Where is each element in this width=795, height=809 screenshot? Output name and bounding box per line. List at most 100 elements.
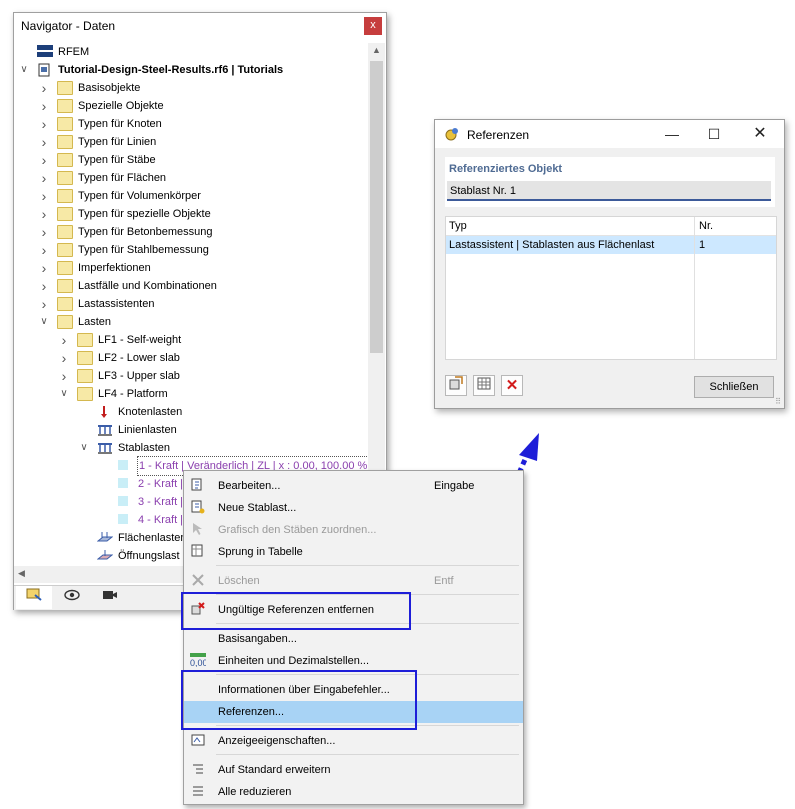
chevron-down-icon[interactable]: ∨ [39,313,49,331]
tree-item-label: Lasten [78,316,112,328]
tree-item[interactable]: › Typen für spezielle Objekte [14,205,368,223]
eye-icon[interactable] [54,586,90,609]
tree-item-label: LF1 - Self-weight [98,334,182,346]
tree-item[interactable]: › Typen für Betonbemessung [14,223,368,241]
tree-item[interactable]: Linienlasten [14,421,368,439]
tree-item[interactable]: › Spezielle Objekte [14,97,368,115]
menu-item[interactable]: Grafisch den Stäben zuordnen... [184,519,523,541]
assign-graphically-icon [190,522,206,538]
tree-item[interactable]: › Typen für Stäbe [14,151,368,169]
references-app-icon [445,128,458,141]
edit-object-button[interactable] [445,375,467,396]
tree-item[interactable]: ∨ LF4 - Platform [14,385,368,403]
menu-item[interactable]: Bearbeiten... Eingabe [184,475,523,497]
menu-item[interactable]: Anzeigeeigenschaften... [184,730,523,752]
tree-item[interactable]: ∨ Stablasten [14,439,368,457]
tree-item[interactable]: ∨ Tutorial-Design-Steel-Results.rf6 | Tut… [14,61,368,79]
tree-item[interactable]: › Imperfektionen [14,259,368,277]
jump-table-icon [190,544,206,560]
chevron-down-icon[interactable]: ∨ [79,439,89,457]
chevron-right-icon[interactable]: › [39,133,49,151]
tree-item[interactable]: › Typen für Volumenkörper [14,187,368,205]
tree-item[interactable]: › Typen für Linien [14,133,368,151]
table-header: Typ Nr. [446,217,776,236]
folder-icon [77,387,93,401]
tree-item[interactable]: › LF2 - Lower slab [14,349,368,367]
delete-icon [190,573,206,589]
col-type-header[interactable]: Typ [449,217,467,235]
table-view-button[interactable] [473,375,495,396]
references-title: Referenzen [467,128,530,142]
load-item-icon [117,513,133,527]
scroll-left-icon[interactable]: ◀ [18,568,25,579]
chevron-down-icon[interactable]: ∨ [19,61,29,79]
chevron-right-icon[interactable]: › [59,367,69,385]
close-icon[interactable]: ✕ [749,124,771,144]
menu-item[interactable]: Neue Stablast... [184,497,523,519]
tree-item[interactable]: › Basisobjekte [14,79,368,97]
tree-item-label: Spezielle Objekte [78,100,164,112]
chevron-right-icon[interactable]: › [39,151,49,169]
table-row[interactable]: Lastassistent | Stablasten aus Flächenla… [446,236,776,254]
camera-icon[interactable] [92,586,128,609]
menu-item[interactable]: Löschen Entf [184,570,523,592]
tree-item-label: Typen für Knoten [78,118,162,130]
chevron-right-icon[interactable]: › [39,241,49,259]
maximize-icon[interactable]: ☐ [703,124,725,144]
tree-item[interactable]: › Typen für Flächen [14,169,368,187]
navigator-titlebar[interactable]: Navigator - Daten x [14,13,386,39]
data-tab-icon[interactable] [16,586,52,609]
delete-icon[interactable]: ✕ [501,375,523,396]
tree-item[interactable]: › Lastfälle und Kombinationen [14,277,368,295]
folder-icon [57,189,73,203]
referenced-object-field[interactable]: Stablast Nr. 1 [447,181,771,201]
menu-item[interactable]: 0,00 Einheiten und Dezimalstellen... [184,650,523,672]
minimize-icon[interactable]: — [661,124,683,144]
col-nr-header[interactable]: Nr. [699,217,713,235]
chevron-right-icon[interactable]: › [39,97,49,115]
references-table: Typ Nr. Lastassistent | Stablasten aus F… [445,216,777,360]
menu-item[interactable]: Alle reduzieren [184,781,523,803]
chevron-right-icon[interactable]: › [59,349,69,367]
load-item-icon [117,477,133,491]
tree-item[interactable]: Knotenlasten [14,403,368,421]
nodal-load-icon [97,405,113,419]
tree-item[interactable]: › Typen für Stahlbemessung [14,241,368,259]
menu-item[interactable]: Auf Standard erweitern [184,759,523,781]
load-item-icon [117,495,133,509]
tree-item-label: Typen für Betonbemessung [78,226,213,238]
menu-item-label: Grafisch den Stäben zuordnen... [218,524,377,536]
chevron-right-icon[interactable]: › [39,79,49,97]
edit-object-icon [449,376,463,390]
chevron-right-icon[interactable]: › [39,259,49,277]
chevron-right-icon[interactable]: › [39,223,49,241]
tree-item[interactable]: › Lastassistenten [14,295,368,313]
surface-load-icon [96,531,114,545]
chevron-right-icon[interactable]: › [39,277,49,295]
tree-item[interactable]: › Typen für Knoten [14,115,368,133]
tree-item-label: Typen für Stahlbemessung [78,244,209,256]
tree-item-label: Flächenlasten [118,532,187,544]
close-button[interactable]: Schließen [694,376,774,398]
menu-item[interactable]: Basisangaben... [184,628,523,650]
tree-item[interactable]: ∨ Lasten [14,313,368,331]
tree-item-label: Tutorial-Design-Steel-Results.rf6 | Tuto… [58,64,284,76]
tree-item[interactable]: › LF1 - Self-weight [14,331,368,349]
resize-grip-icon[interactable]: ⠿ [775,397,781,406]
scroll-up-icon[interactable]: ▲ [372,45,381,55]
chevron-right-icon[interactable]: › [39,205,49,223]
chevron-right-icon[interactable]: › [39,187,49,205]
chevron-right-icon[interactable]: › [39,295,49,313]
close-icon[interactable]: x [364,17,382,35]
load-item-icon [117,459,133,473]
chevron-right-icon[interactable]: › [39,115,49,133]
tree-item-label: Lastassistenten [78,298,155,310]
scrollbar-thumb[interactable] [370,61,383,353]
menu-item[interactable]: Sprung in Tabelle [184,541,523,563]
tree-item[interactable]: › LF3 - Upper slab [14,367,368,385]
tree-item[interactable]: RFEM [14,43,368,61]
chevron-right-icon[interactable]: › [39,169,49,187]
chevron-down-icon[interactable]: ∨ [59,385,69,403]
chevron-right-icon[interactable]: › [59,331,69,349]
references-titlebar[interactable]: Referenzen — ☐ ✕ [435,120,784,148]
